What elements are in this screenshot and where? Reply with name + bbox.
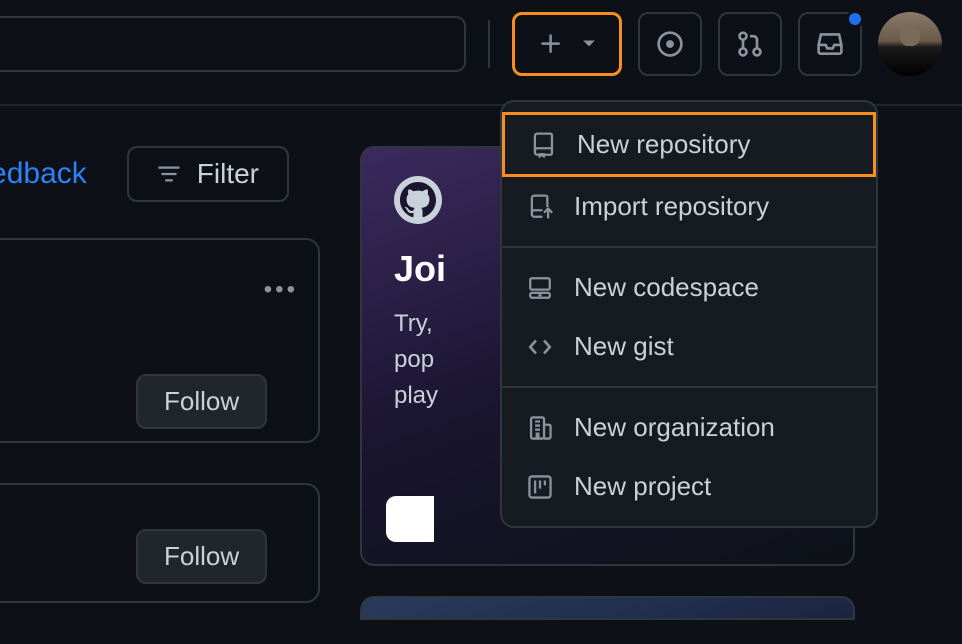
filter-label: Filter (197, 158, 259, 190)
promo-cta[interactable] (386, 496, 434, 542)
feed-card: ••• Follow (0, 238, 320, 443)
menu-item-new-project[interactable]: New project (502, 457, 876, 516)
repo-icon (529, 131, 557, 159)
issues-button[interactable] (638, 12, 702, 76)
project-icon (526, 473, 554, 501)
menu-label: New project (574, 471, 711, 502)
create-new-dropdown: New repository Import repository New cod… (500, 100, 878, 528)
menu-item-new-codespace[interactable]: New codespace (502, 258, 876, 317)
menu-item-new-organization[interactable]: New organization (502, 398, 876, 457)
notifications-button[interactable] (798, 12, 862, 76)
feedback-link[interactable]: d feedback (0, 157, 87, 191)
feed-card: Follow (0, 483, 320, 603)
pull-request-icon (736, 30, 764, 58)
menu-label: Import repository (574, 191, 769, 222)
menu-divider (502, 246, 876, 248)
menu-item-new-gist[interactable]: New gist (502, 317, 876, 376)
menu-label: New codespace (574, 272, 759, 303)
follow-button[interactable]: Follow (136, 374, 267, 429)
organization-icon (526, 414, 554, 442)
menu-item-new-repository[interactable]: New repository (502, 112, 876, 177)
repo-push-icon (526, 193, 554, 221)
menu-item-import-repository[interactable]: Import repository (502, 177, 876, 236)
menu-label: New organization (574, 412, 775, 443)
create-new-button[interactable] (512, 12, 622, 76)
notification-indicator (846, 10, 864, 28)
code-icon (526, 333, 554, 361)
divider (488, 20, 490, 68)
filter-button[interactable]: Filter (127, 146, 289, 202)
menu-divider (502, 386, 876, 388)
caret-down-icon (582, 39, 596, 49)
codespace-icon (526, 274, 554, 302)
menu-label: New gist (574, 331, 674, 362)
avatar[interactable] (878, 12, 942, 76)
kebab-icon[interactable]: ••• (264, 276, 298, 304)
github-logo-icon (394, 176, 442, 224)
issue-icon (656, 30, 684, 58)
menu-label: New repository (577, 129, 750, 160)
search-input[interactable]: ch (0, 16, 466, 72)
filter-icon (157, 162, 181, 186)
inbox-icon (816, 30, 844, 58)
plus-icon (538, 31, 564, 57)
promo-card-secondary (360, 596, 855, 620)
pull-requests-button[interactable] (718, 12, 782, 76)
follow-button[interactable]: Follow (136, 529, 267, 584)
